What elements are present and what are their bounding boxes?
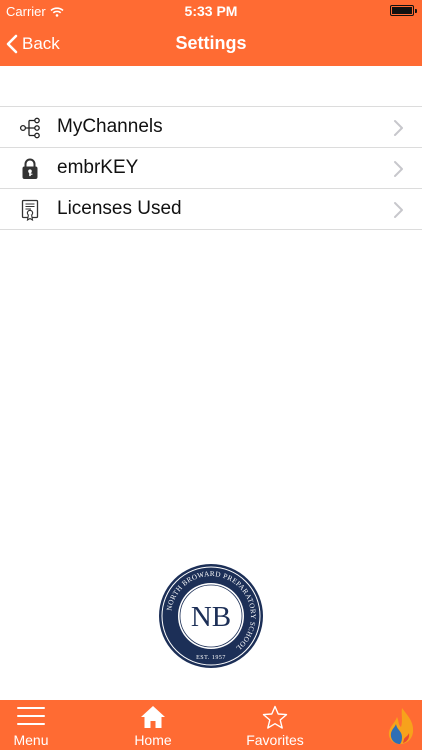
settings-item-label: MyChannels [57, 116, 163, 137]
logo-est-text: EST. 1957 [196, 655, 226, 661]
certificate-icon [18, 198, 42, 222]
settings-item-embrkey[interactable]: embrKEY [0, 148, 422, 189]
status-bar: Carrier 5:33 PM [0, 0, 422, 22]
hamburger-menu-icon [17, 707, 45, 725]
tab-favorites-label: Favorites [246, 732, 304, 748]
lock-key-icon [18, 157, 42, 181]
tab-menu-label: Menu [13, 732, 49, 748]
flame-logo-icon [388, 708, 414, 744]
battery-icon [390, 5, 417, 16]
navigation-bar: Back Settings [0, 22, 422, 66]
tab-menu[interactable]: Menu [0, 700, 62, 750]
page-title: Settings [175, 33, 247, 53]
tab-home[interactable]: Home [122, 700, 184, 750]
star-icon [262, 705, 288, 729]
tab-home-label: Home [134, 732, 172, 748]
logo-initials: NB [191, 601, 231, 633]
channels-tree-icon [18, 116, 42, 140]
settings-item-licenses[interactable]: Licenses Used [0, 189, 422, 230]
tab-bar: Menu Home Favorites [0, 700, 422, 750]
school-logo: NORTH BROWARD PREPARATORY SCHOOL NB EST.… [159, 564, 263, 668]
settings-item-label: embrKEY [57, 157, 139, 178]
tab-favorites[interactable]: Favorites [238, 700, 312, 750]
settings-item-label: Licenses Used [57, 198, 182, 219]
status-time: 5:33 PM [184, 3, 238, 19]
home-icon [141, 706, 165, 728]
chevron-right-icon [394, 202, 403, 218]
chevron-right-icon [394, 161, 403, 177]
settings-list: MyChannels embrKEY Licenses Used [0, 106, 422, 230]
chevron-right-icon [394, 120, 403, 136]
app-header: Carrier 5:33 PM Back Settings [0, 0, 422, 66]
settings-item-mychannels[interactable]: MyChannels [0, 107, 422, 148]
